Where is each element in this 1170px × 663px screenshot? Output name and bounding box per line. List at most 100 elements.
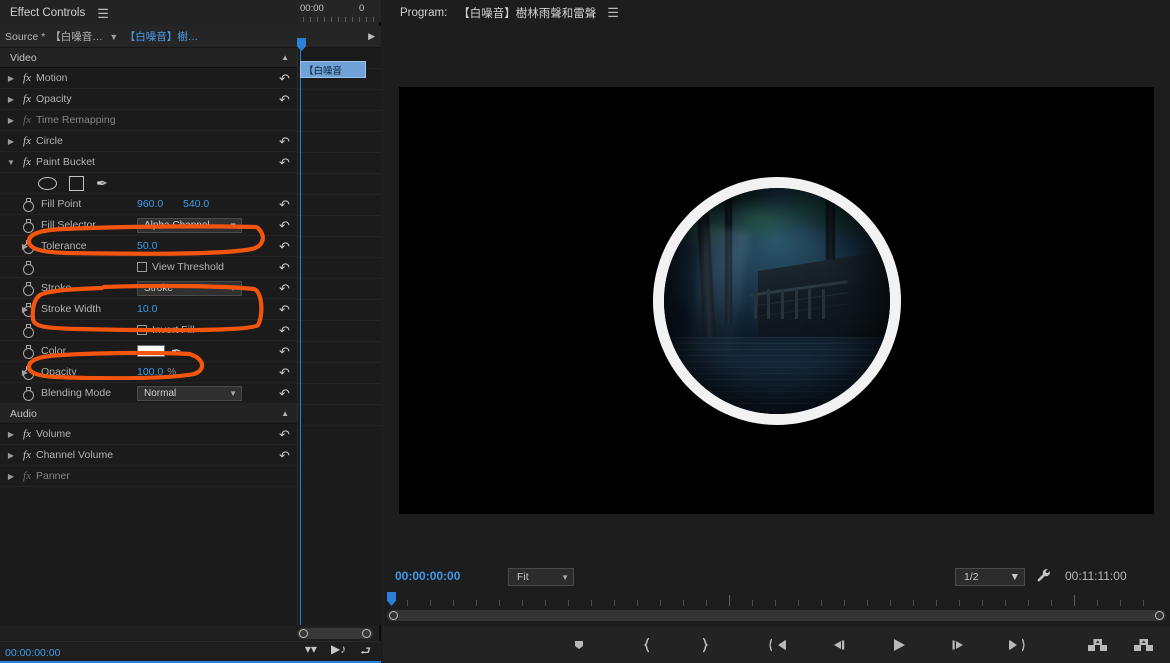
- triangle-up-icon[interactable]: ▲: [281, 409, 289, 418]
- clip-representation-bar[interactable]: 【白噪音: [300, 61, 366, 78]
- filter-icon[interactable]: ▾▾: [305, 642, 317, 663]
- play-stop-button[interactable]: [890, 637, 908, 653]
- effect-controls-zoom-scrollbar[interactable]: [297, 628, 373, 639]
- view-threshold-checkbox[interactable]: [137, 262, 147, 272]
- extract-button[interactable]: [1133, 637, 1155, 653]
- reset-icon[interactable]: ↶: [278, 198, 291, 211]
- param-row-tolerance[interactable]: ▶ Tolerance 50.0 ↶: [0, 236, 297, 257]
- program-time-ruler[interactable]: [387, 592, 1166, 606]
- effect-row-paint-bucket[interactable]: ▼ fx Paint Bucket ↶: [0, 152, 297, 173]
- program-monitor-canvas[interactable]: [383, 34, 1170, 554]
- effect-row-volume[interactable]: ▶ fx Volume ↶: [0, 424, 297, 445]
- program-sequence-name[interactable]: 【白噪音】樹林雨聲和雷聲: [458, 5, 596, 21]
- stopwatch-icon[interactable]: [22, 197, 35, 212]
- effect-controls-timeline-ruler[interactable]: 00:00 0: [297, 0, 381, 22]
- stopwatch-icon[interactable]: [22, 365, 35, 380]
- param-row-fill-selector[interactable]: Fill Selector Alpha Channel ▼ ↶: [0, 215, 297, 236]
- reset-icon[interactable]: ↶: [278, 219, 291, 232]
- param-row-blending-mode[interactable]: Blending Mode Normal ▼ ↶: [0, 383, 297, 404]
- rectangle-tool-icon[interactable]: [69, 175, 84, 191]
- color-swatch[interactable]: [137, 345, 165, 357]
- hamburger-menu-icon[interactable]: ☰: [607, 5, 619, 21]
- program-zoom-scrollbar[interactable]: [387, 610, 1166, 621]
- stopwatch-icon[interactable]: [22, 281, 35, 296]
- wrench-icon[interactable]: [1036, 568, 1051, 586]
- param-row-opacity[interactable]: ▶ Opacity 100.0 % ↶: [0, 362, 297, 383]
- chevron-down-icon[interactable]: ▼: [4, 158, 18, 167]
- chevron-right-icon[interactable]: ▶: [4, 430, 18, 439]
- reset-icon[interactable]: ↶: [278, 303, 291, 316]
- chevron-right-icon[interactable]: ▶: [4, 116, 18, 125]
- add-marker-button[interactable]: [572, 638, 586, 652]
- stopwatch-icon[interactable]: [22, 218, 35, 233]
- reset-icon[interactable]: ↶: [278, 428, 291, 441]
- stopwatch-icon[interactable]: [22, 344, 35, 359]
- group-header-audio[interactable]: Audio ▲: [0, 404, 297, 424]
- group-header-video[interactable]: Video ▲: [0, 48, 297, 68]
- reset-icon[interactable]: ↶: [278, 449, 291, 462]
- effect-row-time-remapping[interactable]: ▶ fx Time Remapping: [0, 110, 297, 131]
- fill-selector-dropdown[interactable]: Alpha Channel ▼: [137, 217, 242, 233]
- keyframe-lane[interactable]: [297, 48, 381, 625]
- chevron-right-icon[interactable]: ▶: [4, 451, 18, 460]
- pen-tool-icon[interactable]: ✒: [96, 176, 108, 190]
- chevron-right-icon[interactable]: ▶: [4, 472, 18, 481]
- export-frame-icon[interactable]: ⮐: [360, 642, 371, 663]
- fill-point-x-value[interactable]: 960.0: [137, 198, 183, 210]
- param-row-view-threshold[interactable]: View Threshold ↶: [0, 257, 297, 278]
- reset-icon[interactable]: ↶: [278, 240, 291, 253]
- reset-icon[interactable]: ↶: [278, 345, 291, 358]
- current-timecode[interactable]: 00:00:00:00: [395, 569, 460, 583]
- invert-fill-checkbox[interactable]: [137, 325, 147, 335]
- mark-in-button[interactable]: [641, 637, 653, 653]
- hamburger-menu-icon[interactable]: ☰: [97, 7, 109, 20]
- tab-effect-controls[interactable]: Effect Controls: [10, 7, 85, 19]
- reset-icon[interactable]: ↶: [278, 135, 291, 148]
- zoom-handle-left[interactable]: [299, 629, 308, 638]
- step-forward-button[interactable]: [949, 638, 967, 652]
- duration-timecode[interactable]: 00:11:11:00: [1065, 569, 1127, 583]
- footer-timecode[interactable]: 00:00:00:00: [0, 647, 60, 659]
- opacity-value[interactable]: 100.0: [137, 366, 163, 378]
- reset-icon[interactable]: ↶: [278, 366, 291, 379]
- reset-icon[interactable]: ↶: [278, 324, 291, 337]
- zoom-handle-left[interactable]: [389, 611, 398, 620]
- play-arrow-icon[interactable]: ▶: [368, 31, 381, 42]
- blending-mode-dropdown[interactable]: Normal ▼: [137, 385, 242, 401]
- step-back-button[interactable]: [830, 638, 848, 652]
- param-row-color[interactable]: Color ✒ ↶: [0, 341, 297, 362]
- reset-icon[interactable]: ↶: [278, 261, 291, 274]
- param-row-stroke-width[interactable]: ▶ Stroke Width 10.0 ↶: [0, 299, 297, 320]
- effect-row-motion[interactable]: ▶ fx Motion ↶: [0, 68, 297, 89]
- ellipse-tool-icon[interactable]: [38, 176, 57, 190]
- stopwatch-icon[interactable]: [22, 323, 35, 338]
- reset-icon[interactable]: ↶: [278, 156, 291, 169]
- tolerance-value[interactable]: 50.0: [137, 240, 157, 252]
- source-clip-name[interactable]: 【白噪音…: [45, 29, 103, 44]
- stopwatch-icon[interactable]: [22, 239, 35, 254]
- go-to-out-button[interactable]: [1007, 638, 1027, 652]
- lift-button[interactable]: [1087, 637, 1109, 653]
- mark-out-button[interactable]: [699, 637, 711, 653]
- video-frame[interactable]: [399, 87, 1154, 514]
- effect-row-opacity[interactable]: ▶ fx Opacity ↶: [0, 89, 297, 110]
- effect-controls-playhead[interactable]: [300, 38, 301, 625]
- sequence-clip-name[interactable]: 【白噪音】樹…: [125, 29, 199, 44]
- effect-row-channel-volume[interactable]: ▶ fx Channel Volume ↶: [0, 445, 297, 466]
- chevron-down-icon[interactable]: ▼: [103, 32, 125, 42]
- reset-icon[interactable]: ↶: [278, 387, 291, 400]
- param-row-invert-fill[interactable]: Invert Fill ↶: [0, 320, 297, 341]
- chevron-right-icon[interactable]: ▶: [4, 95, 18, 104]
- zoom-handle-right[interactable]: [1155, 611, 1164, 620]
- stroke-width-value[interactable]: 10.0: [137, 303, 157, 315]
- zoom-level-dropdown[interactable]: Fit ▼: [508, 568, 574, 586]
- chevron-right-icon[interactable]: ▶: [4, 137, 18, 146]
- param-row-stroke[interactable]: Stroke Stroke ▼ ↶: [0, 278, 297, 299]
- audio-keyframe-icon[interactable]: ▶♪: [331, 642, 346, 663]
- stroke-dropdown[interactable]: Stroke ▼: [137, 280, 242, 296]
- reset-icon[interactable]: ↶: [278, 282, 291, 295]
- go-to-in-button[interactable]: [768, 638, 788, 652]
- reset-icon[interactable]: ↶: [278, 72, 291, 85]
- triangle-up-icon[interactable]: ▲: [281, 53, 289, 62]
- fill-point-y-value[interactable]: 540.0: [183, 198, 209, 210]
